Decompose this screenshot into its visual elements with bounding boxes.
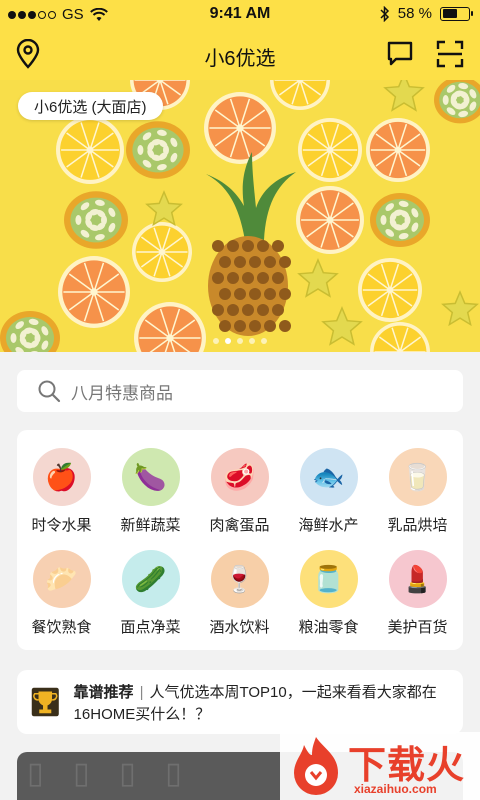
pager-dot[interactable] <box>249 338 255 344</box>
watermark-logo: 下载火 xiazaihuo.com <box>280 732 480 800</box>
category-grid: 🍎 时令水果 🍆 新鲜蔬菜 🥩 肉禽蛋品 🐟 海鲜水产 🥛 乳品烘培 🥟 餐饮熟食 🥒 面点净菜 🍷 酒水饮料… <box>17 430 463 650</box>
seafood-icon: 🐟 <box>299 448 358 506</box>
category-label: 时令水果 <box>31 517 92 534</box>
category-label: 酒水饮料 <box>209 619 270 636</box>
battery-icon <box>440 6 473 21</box>
status-bar: GS 9:41 AM 58 % <box>0 0 480 28</box>
flame-logo-icon <box>294 737 338 795</box>
category-item[interactable]: 🥛 乳品烘培 <box>373 448 462 535</box>
status-right: 58 % <box>380 5 473 22</box>
category-item[interactable]: 🍎 时令水果 <box>17 448 106 535</box>
battery-fill <box>442 9 457 18</box>
pager-dot[interactable] <box>261 338 267 344</box>
bluetooth-icon <box>380 5 389 22</box>
category-label: 肉禽蛋品 <box>209 517 270 534</box>
category-label: 乳品烘培 <box>387 517 448 534</box>
search-icon <box>38 380 61 403</box>
category-item[interactable]: 🥩 肉禽蛋品 <box>195 448 284 535</box>
star-fruit <box>297 258 339 298</box>
category-label: 粮油零食 <box>298 619 359 636</box>
recommendation-separator: | <box>139 684 144 701</box>
featured-card-image: ▯ ▯ ▯ ▯ <box>27 756 192 791</box>
store-selector[interactable]: 小6优选 (大面店) <box>18 92 163 120</box>
fruit-banner-image <box>0 80 480 352</box>
category-item[interactable]: 🐟 海鲜水产 <box>284 448 373 535</box>
watermark-title: 下载火 <box>348 745 466 787</box>
category-item[interactable]: 🍷 酒水饮料 <box>195 550 284 637</box>
recommendation-text-block: 靠谱推荐 | 人气优选本周TOP10，一起来看看大家都在16HOME买什么！？ <box>74 682 449 734</box>
oil-icon: 🫙 <box>299 550 358 608</box>
dumpling-icon: 🥟 <box>32 550 91 608</box>
wine-icon: 🍷 <box>210 550 269 608</box>
category-label: 新鲜蔬菜 <box>120 517 181 534</box>
fruit-icon: 🍎 <box>32 448 91 506</box>
meat-icon: 🥩 <box>210 448 269 506</box>
category-item[interactable]: 💄 美护百货 <box>373 550 462 637</box>
search-bar[interactable]: 八月特惠商品 <box>17 370 463 412</box>
search-placeholder: 八月特惠商品 <box>71 383 173 403</box>
star-fruit <box>441 290 479 327</box>
star-fruit <box>145 190 183 227</box>
pineapple-crown <box>206 152 296 240</box>
cucumber-icon: 🥒 <box>121 550 180 608</box>
message-icon[interactable] <box>384 38 416 70</box>
milk-icon: 🥛 <box>388 448 447 506</box>
category-label: 美护百货 <box>387 619 448 636</box>
category-label: 面点净菜 <box>120 619 181 636</box>
category-item[interactable]: 🥒 面点净菜 <box>106 550 195 637</box>
star-fruit <box>383 80 425 112</box>
promo-banner[interactable]: 小6优选 (大面店) <box>0 80 480 352</box>
recommendation-tag: 靠谱推荐 <box>73 684 134 701</box>
category-item[interactable]: 🫙 粮油零食 <box>284 550 373 637</box>
category-item[interactable]: 🥟 餐饮熟食 <box>17 550 106 637</box>
banner-pager <box>0 338 480 344</box>
watermark-url: xiazaihuo.com <box>354 782 437 796</box>
scan-icon[interactable] <box>434 38 466 70</box>
cosmetics-icon: 💄 <box>388 550 447 608</box>
battery-percent: 58 % <box>397 5 432 22</box>
trophy-icon <box>31 687 59 717</box>
category-label: 海鲜水产 <box>298 517 359 534</box>
pager-dot[interactable] <box>225 338 231 344</box>
nav-bar: 小6优选 <box>0 28 480 80</box>
category-item[interactable]: 🍆 新鲜蔬菜 <box>106 448 195 535</box>
category-label: 餐饮熟食 <box>31 619 92 636</box>
vegetable-icon: 🍆 <box>121 448 180 506</box>
pager-dot[interactable] <box>213 338 219 344</box>
recommendation-banner[interactable]: 靠谱推荐 | 人气优选本周TOP10，一起来看看大家都在16HOME买什么！？ <box>17 670 463 734</box>
pager-dot[interactable] <box>237 338 243 344</box>
